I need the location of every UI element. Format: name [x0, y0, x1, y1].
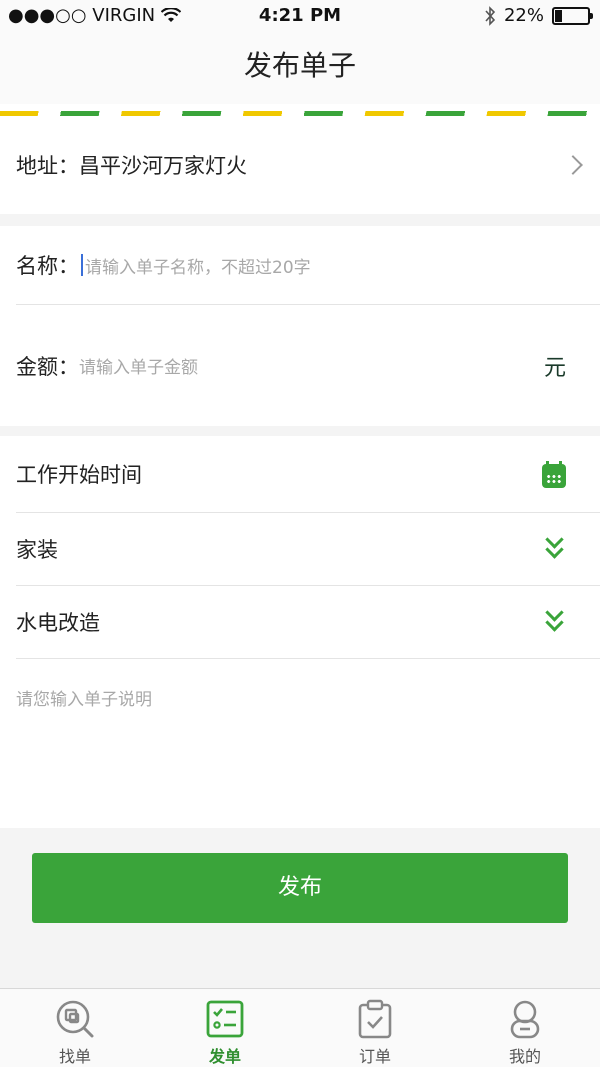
- tab-orders[interactable]: 订单: [300, 989, 450, 1067]
- tab-label: 订单: [358, 1047, 391, 1066]
- category-row[interactable]: 家装: [16, 513, 600, 585]
- name-label: 名称：: [16, 254, 79, 278]
- tab-bar: 找单 发单 订单 我的: [0, 988, 600, 1067]
- amount-field[interactable]: 金额： 请输入单子金额 元: [16, 305, 600, 426]
- tab-find-order[interactable]: 找单: [0, 989, 150, 1067]
- name-input[interactable]: 请输入单子名称，不超过20字: [85, 253, 311, 278]
- options-section: 工作开始时间 家装 水电改造 请您输入单子说明: [0, 436, 600, 828]
- address-value: 昌平沙河万家灯火: [79, 154, 247, 178]
- amount-label: 金额：: [16, 354, 79, 379]
- tab-label: 找单: [58, 1047, 91, 1066]
- clipboard-icon: [358, 999, 392, 1039]
- page-title: 发布单子: [243, 49, 356, 82]
- status-bar: ●●●○○ VIRGIN 4:21 PM 22%: [0, 0, 600, 32]
- address-label: 地址：: [16, 154, 79, 178]
- publish-button[interactable]: 发布: [32, 853, 568, 923]
- currency-unit: 元: [543, 355, 566, 381]
- post-order-icon: [206, 1000, 244, 1038]
- text-cursor: [81, 254, 83, 276]
- chevron-right-icon: [563, 155, 583, 175]
- calendar-icon[interactable]: [542, 461, 566, 488]
- battery-icon: [552, 6, 593, 25]
- amount-input[interactable]: 请输入单子金额: [79, 353, 198, 378]
- search-order-icon: [56, 1000, 94, 1038]
- tab-label: 发单: [208, 1047, 241, 1066]
- address-section: 地址： 昌平沙河万家灯火: [0, 116, 600, 214]
- tab-label: 我的: [508, 1047, 541, 1066]
- start-time-label: 工作开始时间: [16, 463, 142, 487]
- description-field[interactable]: 请您输入单子说明: [16, 659, 600, 828]
- subcategory-row[interactable]: 水电改造: [16, 586, 600, 658]
- category-label: 家装: [16, 538, 58, 562]
- status-right: 22%: [484, 5, 593, 26]
- description-input[interactable]: 请您输入单子说明: [16, 685, 152, 710]
- bluetooth-icon: [485, 5, 496, 26]
- nav-bar: 发布单子: [0, 32, 600, 104]
- tab-profile[interactable]: 我的: [450, 989, 600, 1067]
- address-row[interactable]: 地址： 昌平沙河万家灯火: [16, 116, 600, 214]
- subcategory-label: 水电改造: [16, 611, 100, 635]
- tab-post-order[interactable]: 发单: [150, 989, 300, 1067]
- start-time-row[interactable]: 工作开始时间: [16, 436, 600, 512]
- envelope-stripe: [0, 104, 600, 116]
- double-chevron-down-icon[interactable]: [542, 530, 568, 561]
- double-chevron-down-icon[interactable]: [542, 603, 568, 634]
- name-field[interactable]: 名称： 请输入单子名称，不超过20字: [16, 226, 600, 304]
- battery-percent: 22%: [503, 5, 544, 26]
- order-info-section: 名称： 请输入单子名称，不超过20字 金额： 请输入单子金额 元: [0, 226, 600, 426]
- profile-icon: [510, 1000, 540, 1039]
